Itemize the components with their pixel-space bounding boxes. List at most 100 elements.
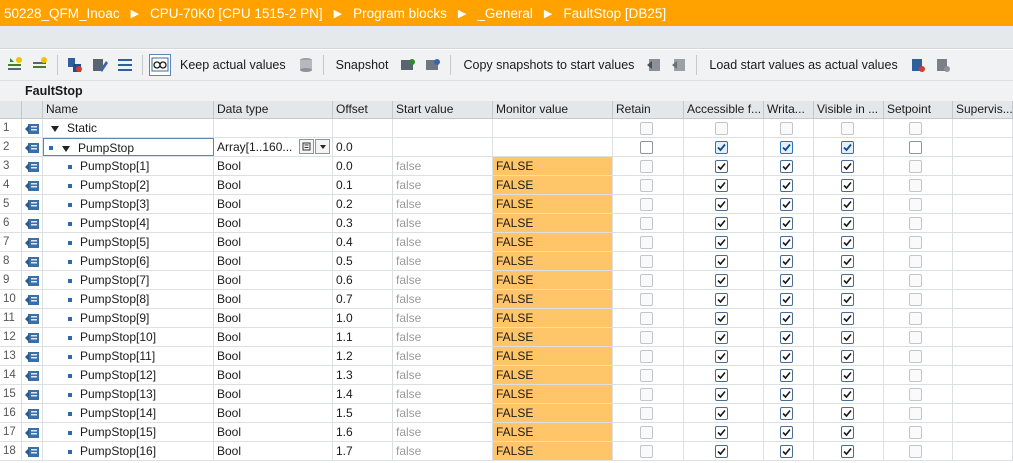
- retain-checkbox[interactable]: [640, 141, 653, 154]
- row-start-value[interactable]: false: [393, 442, 493, 460]
- visible-checkbox[interactable]: [841, 426, 854, 439]
- visible-checkbox[interactable]: [841, 160, 854, 173]
- accessible-checkbox[interactable]: [715, 426, 728, 439]
- table-row[interactable]: 6 PumpStop[4] Bool 0.3 false FALSE: [0, 214, 1013, 233]
- row-name-cell[interactable]: PumpStop[14]: [43, 404, 214, 422]
- row-name-cell[interactable]: Static: [43, 119, 214, 137]
- row-data-type[interactable]: Bool: [214, 195, 333, 213]
- visible-checkbox[interactable]: [841, 350, 854, 363]
- setpoint-checkbox[interactable]: [909, 274, 922, 287]
- row-start-value[interactable]: false: [393, 404, 493, 422]
- retain-checkbox[interactable]: [640, 388, 653, 401]
- visible-checkbox[interactable]: [841, 217, 854, 230]
- insert-row-icon[interactable]: [4, 54, 26, 76]
- setpoint-checkbox[interactable]: [909, 312, 922, 325]
- writable-checkbox[interactable]: [780, 274, 793, 287]
- retain-checkbox[interactable]: [640, 255, 653, 268]
- accessible-checkbox[interactable]: [715, 160, 728, 173]
- row-start-value[interactable]: [393, 138, 493, 156]
- visible-checkbox[interactable]: [841, 198, 854, 211]
- accessible-checkbox[interactable]: [715, 350, 728, 363]
- row-name-cell[interactable]: PumpStop[9]: [43, 309, 214, 327]
- retain-checkbox[interactable]: [640, 122, 653, 135]
- setpoint-checkbox[interactable]: [909, 122, 922, 135]
- row-name-cell[interactable]: PumpStop[2]: [43, 176, 214, 194]
- table-row[interactable]: 14 PumpStop[12] Bool 1.3 false FALSE: [0, 366, 1013, 385]
- row-name-cell[interactable]: PumpStop[15]: [43, 423, 214, 441]
- header-offset[interactable]: Offset: [333, 101, 393, 118]
- row-start-value[interactable]: false: [393, 195, 493, 213]
- row-start-value[interactable]: false: [393, 347, 493, 365]
- accessible-checkbox[interactable]: [715, 369, 728, 382]
- accessible-checkbox[interactable]: [715, 445, 728, 458]
- setpoint-checkbox[interactable]: [909, 255, 922, 268]
- row-data-type[interactable]: Bool: [214, 290, 333, 308]
- row-data-type[interactable]: Bool: [214, 366, 333, 384]
- row-start-value[interactable]: false: [393, 309, 493, 327]
- copy-snapshots-button[interactable]: Copy snapshots to start values: [463, 58, 634, 72]
- database-icon[interactable]: [295, 54, 317, 76]
- header-supervision[interactable]: Supervis...: [953, 101, 1013, 118]
- accessible-checkbox[interactable]: [715, 236, 728, 249]
- row-data-type[interactable]: Array[1..160...: [214, 138, 333, 156]
- edit-icon[interactable]: [89, 54, 111, 76]
- setpoint-checkbox[interactable]: [909, 331, 922, 344]
- retain-checkbox[interactable]: [640, 445, 653, 458]
- retain-checkbox[interactable]: [640, 426, 653, 439]
- load-values-all-icon[interactable]: [932, 54, 954, 76]
- accessible-checkbox[interactable]: [715, 388, 728, 401]
- visible-checkbox[interactable]: [841, 255, 854, 268]
- writable-checkbox[interactable]: [780, 179, 793, 192]
- header-writable[interactable]: Writa...: [764, 101, 814, 118]
- accessible-checkbox[interactable]: [715, 274, 728, 287]
- table-row[interactable]: 12 PumpStop[10] Bool 1.1 false FALSE: [0, 328, 1013, 347]
- copy-snapshot-icon[interactable]: [643, 54, 665, 76]
- header-start-value[interactable]: Start value: [393, 101, 493, 118]
- copy-snapshot-all-icon[interactable]: [668, 54, 690, 76]
- retain-checkbox[interactable]: [640, 293, 653, 306]
- accessible-checkbox[interactable]: [715, 179, 728, 192]
- visible-checkbox[interactable]: [841, 141, 854, 154]
- row-start-value[interactable]: false: [393, 290, 493, 308]
- accessible-checkbox[interactable]: [715, 255, 728, 268]
- setpoint-checkbox[interactable]: [909, 388, 922, 401]
- load-values-icon[interactable]: [907, 54, 929, 76]
- table-row[interactable]: 8 PumpStop[6] Bool 0.5 false FALSE: [0, 252, 1013, 271]
- table-row[interactable]: 2 PumpStop Array[1..160... 0.0: [0, 138, 1013, 157]
- row-data-type[interactable]: Bool: [214, 328, 333, 346]
- visible-checkbox[interactable]: [841, 445, 854, 458]
- row-data-type[interactable]: Bool: [214, 214, 333, 232]
- header-visible[interactable]: Visible in ...: [814, 101, 884, 118]
- writable-checkbox[interactable]: [780, 141, 793, 154]
- table-row[interactable]: 1 Static: [0, 119, 1013, 138]
- list-icon[interactable]: [114, 54, 136, 76]
- row-name-cell[interactable]: PumpStop[10]: [43, 328, 214, 346]
- retain-checkbox[interactable]: [640, 331, 653, 344]
- accessible-checkbox[interactable]: [715, 217, 728, 230]
- row-start-value[interactable]: false: [393, 157, 493, 175]
- table-row[interactable]: 7 PumpStop[5] Bool 0.4 false FALSE: [0, 233, 1013, 252]
- retain-checkbox[interactable]: [640, 179, 653, 192]
- writable-checkbox[interactable]: [780, 255, 793, 268]
- setpoint-checkbox[interactable]: [909, 293, 922, 306]
- visible-checkbox[interactable]: [841, 369, 854, 382]
- writable-checkbox[interactable]: [780, 426, 793, 439]
- setpoint-checkbox[interactable]: [909, 426, 922, 439]
- row-name-cell[interactable]: PumpStop[13]: [43, 385, 214, 403]
- row-data-type[interactable]: Bool: [214, 176, 333, 194]
- row-data-type[interactable]: Bool: [214, 347, 333, 365]
- header-monitor-value[interactable]: Monitor value: [493, 101, 613, 118]
- row-name-cell[interactable]: PumpStop: [43, 138, 214, 156]
- row-data-type[interactable]: [214, 119, 333, 137]
- table-row[interactable]: 15 PumpStop[13] Bool 1.4 false FALSE: [0, 385, 1013, 404]
- setpoint-checkbox[interactable]: [909, 198, 922, 211]
- setpoint-checkbox[interactable]: [909, 350, 922, 363]
- visible-checkbox[interactable]: [841, 388, 854, 401]
- setpoint-checkbox[interactable]: [909, 407, 922, 420]
- row-start-value[interactable]: [393, 119, 493, 137]
- visible-checkbox[interactable]: [841, 293, 854, 306]
- setpoint-checkbox[interactable]: [909, 179, 922, 192]
- writable-checkbox[interactable]: [780, 217, 793, 230]
- row-name-cell[interactable]: PumpStop[6]: [43, 252, 214, 270]
- type-dropdown-icon[interactable]: [315, 139, 330, 154]
